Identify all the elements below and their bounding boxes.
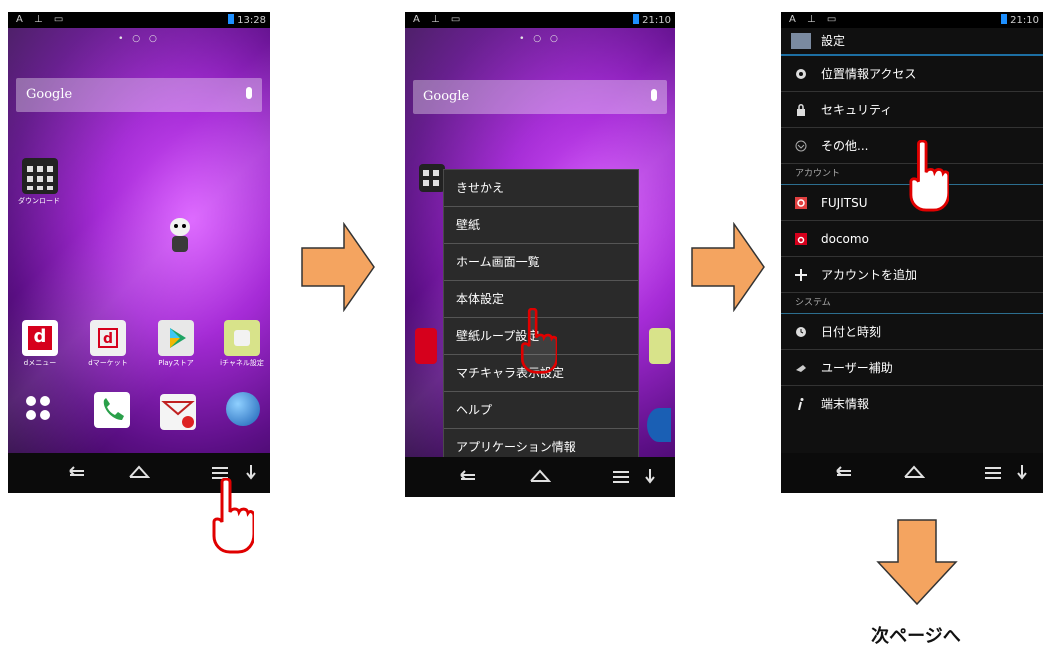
ichannel-settings-icon[interactable] — [649, 328, 671, 364]
settings-title-bar: 設定 — [781, 28, 1043, 56]
mic-icon[interactable] — [651, 89, 657, 101]
dock-label-2: Playストア — [158, 359, 194, 367]
settings-row-date-time[interactable]: 日付と時刻 — [781, 314, 1043, 350]
dock-label-1: dマーケット — [88, 359, 128, 367]
back-icon[interactable] — [66, 465, 88, 481]
browser-globe-icon[interactable] — [647, 408, 671, 442]
google-search-label: Google — [26, 87, 73, 102]
status-time: 13:28 — [237, 15, 266, 26]
menu-item-help[interactable]: ヘルプ — [444, 392, 638, 429]
back-icon[interactable] — [457, 469, 479, 485]
settings-row-accessibility[interactable]: ユーザー補助 — [781, 350, 1043, 386]
status-bar: A ⊥ ▭ 13:28 — [8, 12, 270, 28]
menu-icon[interactable] — [611, 469, 631, 485]
settings-row-label: 日付と時刻 — [821, 325, 882, 339]
settings-screen: 設定 位置情報アクセス セキュリティ その他... アカウント FUJITSU … — [781, 28, 1043, 453]
next-step-arrow-2 — [691, 222, 765, 312]
dmarket-app-icon[interactable]: d — [90, 320, 126, 356]
ichannel-settings-icon[interactable] — [224, 320, 260, 356]
settings-row-label: その他... — [821, 139, 869, 153]
mic-icon[interactable] — [246, 87, 252, 99]
pointing-hand-icon — [212, 478, 254, 554]
settings-row-label: ユーザー補助 — [821, 361, 893, 375]
status-time: 21:10 — [1010, 15, 1039, 26]
clock-icon — [796, 327, 806, 337]
fujitsu-account-icon — [795, 197, 807, 209]
google-search-label: Google — [423, 89, 470, 104]
notification-down-icon[interactable] — [645, 467, 655, 485]
navigation-bar — [781, 453, 1043, 493]
menu-item-wallpaper[interactable]: 壁紙 — [444, 207, 638, 244]
settings-row-docomo[interactable]: docomo — [781, 221, 1043, 257]
location-icon — [796, 69, 806, 79]
browser-globe-icon[interactable] — [226, 392, 260, 426]
page-title: 設定 — [821, 34, 846, 48]
google-search-bar[interactable]: Google — [16, 78, 262, 112]
status-left-icons: A ⊥ ▭ — [413, 14, 465, 25]
dmenu-app-icon[interactable]: d — [22, 320, 58, 356]
pointing-hand-icon — [909, 140, 949, 212]
wallpaper: • ○ ○ Google ダウンロード d d dメニュー dマーケット Pla… — [8, 28, 270, 453]
settings-row-location[interactable]: 位置情報アクセス — [781, 56, 1043, 92]
settings-row-label: セキュリティ — [821, 103, 893, 117]
playstore-app-icon[interactable] — [158, 320, 194, 356]
settings-row-device-info[interactable]: 端末情報 — [781, 386, 1043, 422]
next-page-label: 次ページへ — [871, 626, 961, 647]
accessibility-icon — [796, 365, 806, 372]
settings-row-label: docomo — [821, 232, 869, 246]
download-app-icon[interactable] — [22, 158, 58, 194]
battery-icon — [1001, 14, 1008, 24]
phone-home-screen: A ⊥ ▭ 13:28 • ○ ○ Google ダウンロード d d dメニュ… — [8, 12, 270, 493]
status-bar: A ⊥ ▭ 21:10 — [781, 12, 1043, 28]
pointing-hand-icon — [520, 308, 557, 374]
page-indicator: • ○ ○ — [519, 34, 561, 44]
menu-icon[interactable] — [983, 465, 1003, 481]
settings-row-add-account[interactable]: アカウントを追加 — [781, 257, 1043, 293]
dock-label-3: iチャネル設定 — [220, 359, 264, 367]
menu-item-kisekae[interactable]: きせかえ — [444, 170, 638, 207]
back-icon[interactable] — [833, 465, 855, 481]
status-left-icons: A ⊥ ▭ — [789, 14, 841, 25]
app-drawer-icon[interactable] — [24, 394, 56, 426]
phone-settings-screen: A ⊥ ▭ 21:10 設定 位置情報アクセス セキュリティ その他... アカ… — [781, 12, 1043, 493]
battery-icon — [228, 14, 235, 24]
settings-row-label: 位置情報アクセス — [821, 67, 917, 81]
home-icon[interactable] — [903, 463, 925, 481]
google-search-bar[interactable]: Google — [413, 80, 667, 114]
next-page-arrow — [876, 519, 958, 606]
phone-menu-screen: A ⊥ ▭ 21:10 • ○ ○ Google きせかえ 壁紙 ホーム画面一覧… — [405, 12, 675, 497]
plus-icon — [795, 269, 807, 281]
battery-icon — [633, 14, 640, 24]
status-left-icons: A ⊥ ▭ — [16, 14, 68, 25]
status-time: 21:10 — [642, 15, 671, 26]
mascot-character[interactable] — [168, 218, 192, 254]
download-app-label: ダウンロード — [18, 197, 60, 205]
notification-down-icon[interactable] — [1017, 463, 1027, 481]
lock-icon — [797, 104, 805, 116]
mail-app-icon[interactable] — [160, 394, 196, 430]
settings-row-label: 端末情報 — [821, 397, 870, 411]
chevron-down-icon — [795, 140, 807, 152]
dock-label-0: dメニュー — [23, 359, 57, 367]
settings-row-security[interactable]: セキュリティ — [781, 92, 1043, 128]
home-icon[interactable] — [529, 467, 551, 485]
page-indicator: • ○ ○ — [118, 34, 160, 44]
phone-app-icon[interactable] — [94, 392, 130, 428]
navigation-bar — [405, 457, 675, 497]
next-step-arrow-1 — [301, 222, 375, 312]
status-bar: A ⊥ ▭ 21:10 — [405, 12, 675, 28]
system-section-header: システム — [781, 293, 1043, 314]
download-app-icon[interactable] — [419, 164, 445, 192]
settings-row-label: アカウントを追加 — [821, 268, 918, 282]
info-icon — [798, 398, 804, 410]
menu-item-home-list[interactable]: ホーム画面一覧 — [444, 244, 638, 281]
settings-app-icon — [791, 33, 811, 49]
home-icon[interactable] — [128, 463, 150, 481]
dmenu-app-icon[interactable] — [415, 328, 437, 364]
docomo-account-icon — [795, 233, 807, 245]
settings-row-label: FUJITSU — [821, 196, 868, 210]
